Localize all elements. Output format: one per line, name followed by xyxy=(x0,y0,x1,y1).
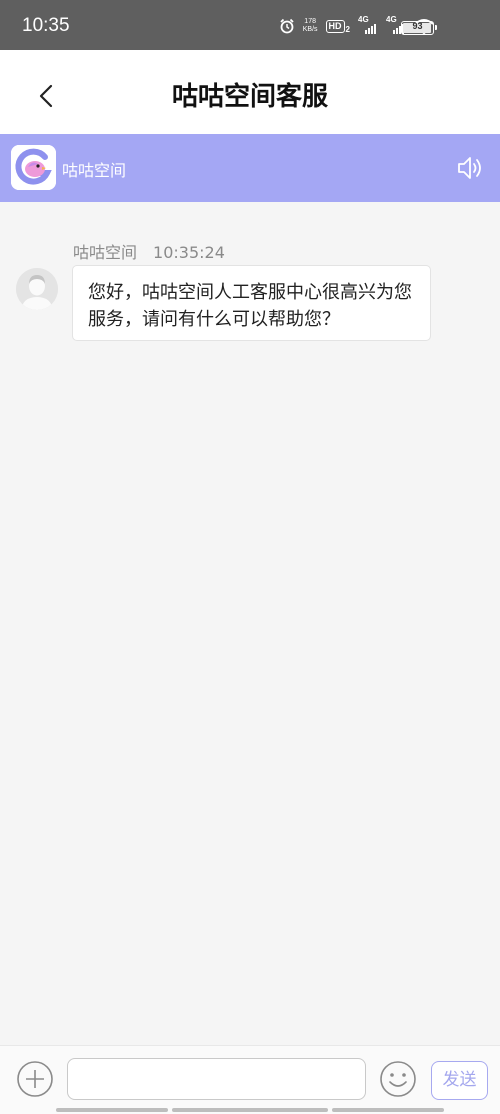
battery-icon: 93 xyxy=(401,21,437,35)
brand-bar: 咕咕空间 xyxy=(0,134,500,202)
smiley-icon xyxy=(380,1061,416,1097)
brand-name: 咕咕空间 xyxy=(62,161,127,180)
user-avatar-icon xyxy=(16,268,58,310)
status-time: 10:35 xyxy=(22,15,70,36)
status-bar: 10:35 178 KB/s HD 2 4G 4G 93 xyxy=(0,0,500,50)
speaker-icon xyxy=(458,157,481,179)
signal-4g-icon: 4G xyxy=(358,15,378,34)
message-sender: 咕咕空间 xyxy=(73,243,138,262)
signal-label: 4G xyxy=(386,15,397,24)
alarm-icon xyxy=(279,18,295,34)
net-speed-value: 178 xyxy=(304,18,316,25)
header: 咕咕空间客服 xyxy=(0,50,500,134)
hd-sub: 2 xyxy=(345,24,350,34)
home-indicator xyxy=(56,1108,168,1112)
message-input[interactable] xyxy=(67,1058,366,1100)
add-button[interactable] xyxy=(16,1060,54,1098)
signal-label: 4G xyxy=(358,15,369,24)
net-speed-unit: KB/s xyxy=(302,26,318,33)
page-title: 咕咕空间客服 xyxy=(171,82,328,112)
avatar[interactable] xyxy=(16,268,58,310)
net-speed: 178 KB/s xyxy=(303,18,318,34)
battery-level: 93 xyxy=(412,21,423,31)
emoji-button[interactable] xyxy=(379,1060,417,1098)
speaker-button[interactable] xyxy=(455,154,485,182)
send-button[interactable]: 发送 xyxy=(431,1061,488,1100)
message-time: 10:35:24 xyxy=(153,243,225,262)
hd-label: HD xyxy=(325,19,345,33)
plus-circle-icon xyxy=(17,1061,53,1097)
brand-logo xyxy=(11,145,56,190)
message-meta: 咕咕空间 10:35:24 xyxy=(73,239,225,263)
home-indicator xyxy=(332,1108,444,1112)
message-bubble: 您好，咕咕空间人工客服中心很高兴为您服务，请问有什么可以帮助您？ xyxy=(72,265,431,341)
hd-voice-icon: HD 2 xyxy=(325,19,350,34)
home-indicator xyxy=(172,1108,328,1112)
